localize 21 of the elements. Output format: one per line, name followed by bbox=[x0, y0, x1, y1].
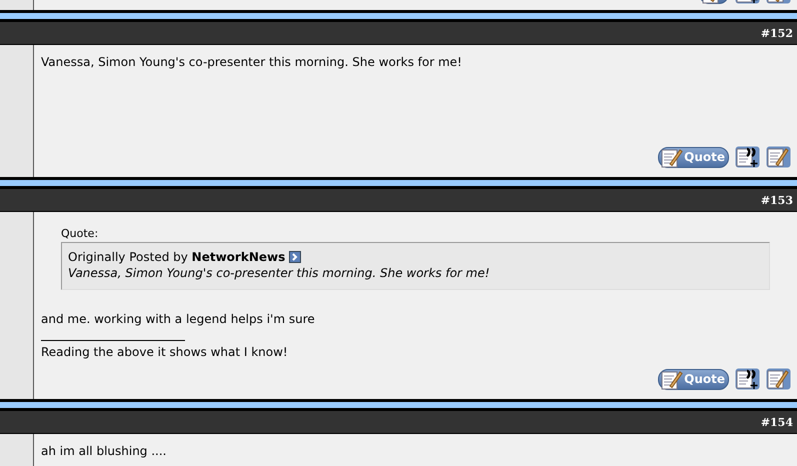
quoted-text: Vanessa, Simon Young's co-presenter this morning. She works for me! bbox=[68, 265, 491, 281]
post-number[interactable]: #152 bbox=[760, 26, 793, 40]
document-pencil-icon bbox=[660, 368, 684, 390]
message-text: ah im all blushing .... bbox=[41, 443, 168, 459]
edit-button[interactable] bbox=[766, 368, 791, 390]
post-number[interactable]: #153 bbox=[760, 194, 793, 206]
document-pencil-icon bbox=[766, 146, 791, 168]
document-pencil-icon bbox=[660, 146, 684, 168]
signature-text: Reading the above it shows what I know! bbox=[41, 344, 289, 360]
message-text: and me. working with a legend helps i'm sure bbox=[41, 311, 316, 327]
document-quote-plus-icon bbox=[735, 368, 760, 390]
multi-quote-button[interactable] bbox=[735, 146, 760, 168]
message-text: Vanessa, Simon Young's co-presenter this morning. She works for me! bbox=[41, 54, 463, 70]
quote-byline: Originally Posted by NetworkNews bbox=[68, 249, 286, 265]
quote-label: Quote: bbox=[61, 227, 100, 240]
post-number[interactable]: #154 bbox=[760, 416, 793, 428]
edit-button[interactable] bbox=[766, 146, 791, 168]
post-sidebar bbox=[0, 0, 34, 10]
multi-quote-button[interactable] bbox=[735, 368, 760, 390]
document-pencil-icon bbox=[766, 368, 791, 390]
document-quote-plus-icon bbox=[735, 146, 760, 168]
